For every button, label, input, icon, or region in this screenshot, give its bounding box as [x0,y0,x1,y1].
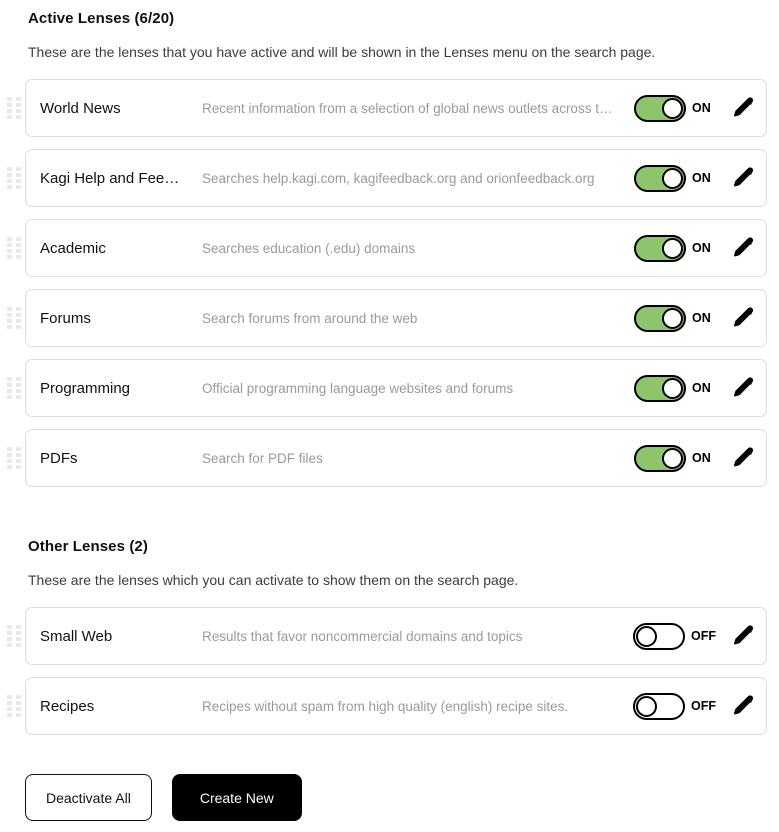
lens-description: Results that favor noncommercial domains… [202,628,523,644]
toggle-knob [662,447,683,469]
lens-description: Official programming language websites a… [202,380,514,396]
pencil-icon [732,377,754,399]
lens-toggle-group: ON [634,374,716,402]
lens-card: Small Web Results that favor noncommerci… [25,607,767,665]
other-lenses-list: Small Web Results that favor noncommerci… [0,607,779,735]
lens-name: Academic [40,239,106,257]
edit-lens-button[interactable] [720,686,766,726]
lens-card: PDFs Search for PDF files ON [25,429,767,487]
lens-card: Academic Searches education (.edu) domai… [25,219,767,277]
lens-toggle-group: ON [634,94,716,122]
pencil-icon [732,447,754,469]
pencil-icon [732,307,754,329]
toggle-state-label: ON [692,171,711,185]
lens-row: PDFs Search for PDF files ON [7,429,767,487]
toggle-state-label: OFF [691,629,716,643]
toggle-knob [636,695,657,717]
lens-description: Search forums from around the web [202,310,418,326]
toggle-state-label: ON [692,241,711,255]
lens-card: Recipes Recipes without spam from high q… [25,677,767,735]
edit-lens-button[interactable] [720,88,766,128]
lens-toggle-on[interactable] [634,374,686,402]
lens-toggle-on[interactable] [634,164,686,192]
toggle-knob [662,377,683,399]
create-new-button[interactable]: Create New [171,774,302,821]
pencil-icon [732,237,754,259]
lens-row: World News Recent information from a sel… [7,79,767,137]
toggle-state-label: ON [692,451,711,465]
drag-handle-icon[interactable] [7,377,21,399]
lens-row: Academic Searches education (.edu) domai… [7,219,767,277]
edit-lens-button[interactable] [720,158,766,198]
lens-description: Recipes without spam from high quality (… [202,698,569,714]
lens-card: Forums Search forums from around the web… [25,289,767,347]
lens-toggle-on[interactable] [634,444,686,472]
lens-card: World News Recent information from a sel… [25,79,767,137]
lens-name: Forums [40,309,91,327]
toggle-state-label: OFF [691,699,716,713]
lens-toggle-on[interactable] [634,94,686,122]
toggle-knob [662,97,683,119]
lens-description: Search for PDF files [202,450,323,466]
toggle-knob [662,167,683,189]
pencil-icon [732,167,754,189]
lens-card: Kagi Help and Fee… Searches help.kagi.co… [25,149,767,207]
lens-toggle-on[interactable] [634,304,686,332]
lenses-settings-page: Active Lenses (6/20) These are the lense… [0,0,779,832]
pencil-icon [732,97,754,119]
lens-name: Kagi Help and Fee… [40,169,180,187]
toggle-knob [662,307,683,329]
pencil-icon [732,695,754,717]
lens-toggle-on[interactable] [634,234,686,262]
lens-description: Searches education (.edu) domains [202,240,416,256]
drag-handle-icon[interactable] [7,625,21,647]
lens-toggle-group: OFF [633,622,716,650]
lens-name: Programming [40,379,131,397]
toggle-knob [636,625,657,647]
lens-name: World News [40,99,121,117]
lens-toggle-group: ON [634,234,716,262]
lens-toggle-group: OFF [633,692,716,720]
deactivate-all-button[interactable]: Deactivate All [25,774,152,821]
drag-handle-icon[interactable] [7,695,21,717]
lens-name: PDFs [40,449,78,467]
edit-lens-button[interactable] [720,298,766,338]
drag-handle-icon[interactable] [7,237,21,259]
toggle-knob [662,237,683,259]
lens-name: Recipes [40,697,95,715]
drag-handle-icon[interactable] [7,447,21,469]
active-lenses-description: These are the lenses that you have activ… [28,44,656,60]
drag-handle-icon[interactable] [7,167,21,189]
lens-toggle-group: ON [634,444,716,472]
edit-lens-button[interactable] [720,368,766,408]
drag-handle-icon[interactable] [7,307,21,329]
lens-row: Forums Search forums from around the web… [7,289,767,347]
lens-card: Programming Official programming languag… [25,359,767,417]
pencil-icon [732,625,754,647]
other-lenses-heading: Other Lenses (2) [28,538,148,555]
active-lenses-list: World News Recent information from a sel… [0,79,779,487]
lens-row: Recipes Recipes without spam from high q… [7,677,767,735]
toggle-state-label: ON [692,311,711,325]
toggle-state-label: ON [692,101,711,115]
edit-lens-button[interactable] [720,228,766,268]
lens-toggle-group: ON [634,304,716,332]
lens-row: Kagi Help and Fee… Searches help.kagi.co… [7,149,767,207]
lens-toggle-off[interactable] [633,692,685,720]
lens-toggle-off[interactable] [633,622,685,650]
edit-lens-button[interactable] [720,616,766,656]
lens-description: Recent information from a selection of g… [202,100,613,116]
lens-toggle-group: ON [634,164,716,192]
lens-row: Programming Official programming languag… [7,359,767,417]
toggle-state-label: ON [692,381,711,395]
footer-actions: Deactivate All Create New [25,774,302,821]
lens-name: Small Web [40,627,113,645]
lens-row: Small Web Results that favor noncommerci… [7,607,767,665]
other-lenses-description: These are the lenses which you can activ… [28,572,519,588]
drag-handle-icon[interactable] [7,97,21,119]
active-lenses-heading: Active Lenses (6/20) [28,10,175,27]
edit-lens-button[interactable] [720,438,766,478]
lens-description: Searches help.kagi.com, kagifeedback.org… [202,170,595,186]
